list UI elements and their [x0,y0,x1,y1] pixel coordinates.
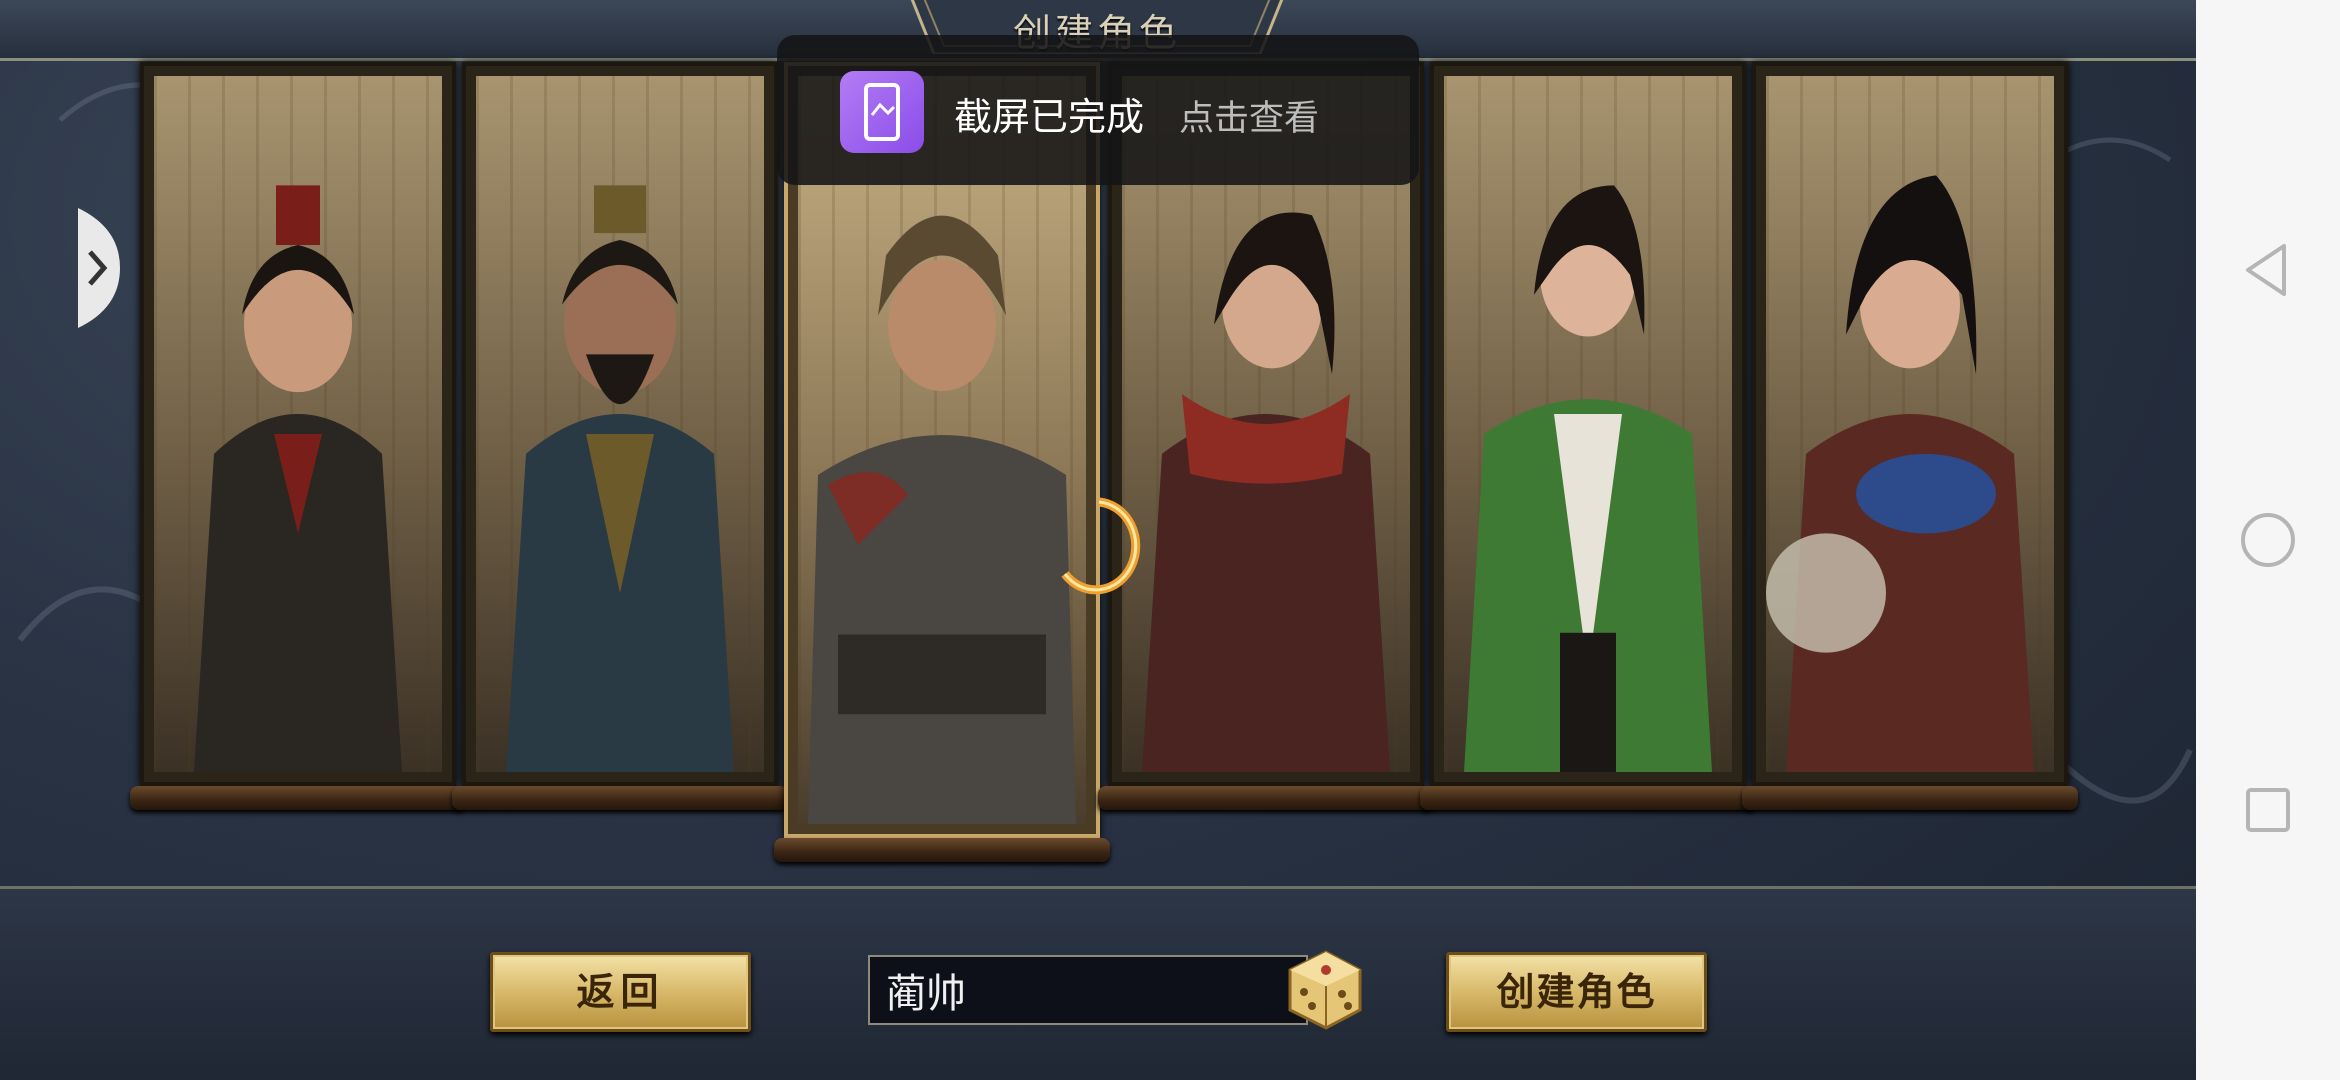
character-card-5[interactable] [1420,62,1756,810]
spinner-icon [1061,497,1141,595]
character-name-input[interactable] [868,955,1308,1025]
create-character-button[interactable]: 创建角色 [1446,952,1707,1032]
back-button[interactable]: 返回 [490,952,751,1032]
character-card-1[interactable] [130,62,466,810]
screenshot-toast[interactable]: 截屏已完成 点击查看 [777,35,1419,185]
chevron-right-icon[interactable] [78,208,120,328]
character-portrait [1464,185,1712,772]
back-triangle-icon[interactable] [2236,238,2300,302]
toast-view-link[interactable]: 点击查看 [1179,90,1319,141]
toast-message: 截屏已完成 [954,97,1145,139]
dice-icon[interactable] [1280,940,1366,1032]
recents-square-icon[interactable] [2236,778,2300,842]
system-nav-bar [2196,0,2340,1080]
game-screen: 创建角色 截屏已完成 点击查看 返回 蔺帅 创建角色 [0,0,2196,1080]
screenshot-icon [840,71,924,153]
home-circle-icon[interactable] [2236,508,2300,572]
character-portrait [808,215,1076,824]
character-portrait [194,185,402,772]
character-card-2[interactable] [452,62,788,810]
character-card-6[interactable] [1742,62,2078,810]
character-portrait [506,185,734,772]
character-portrait [1766,175,2034,772]
